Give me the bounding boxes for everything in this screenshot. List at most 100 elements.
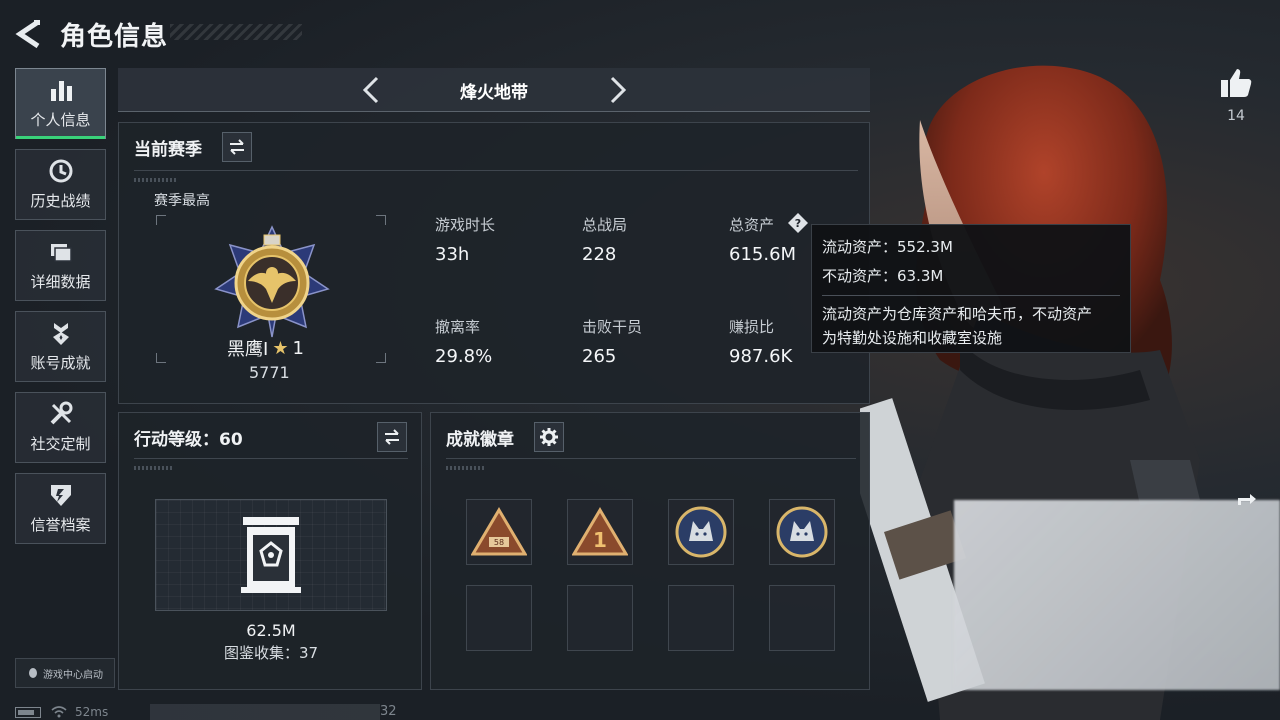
- medal-icon: [52, 323, 69, 345]
- sidebar-item-details[interactable]: 详细数据: [15, 230, 106, 301]
- mode-title: 烽火地带: [460, 83, 528, 103]
- stat-value: 615.6M: [729, 244, 797, 265]
- tooltip-fixed-assets: 不动资产：63.3M: [822, 267, 944, 285]
- divider: [134, 466, 174, 470]
- badge-slot-empty[interactable]: [567, 585, 633, 651]
- badge-slot[interactable]: 58: [466, 499, 532, 565]
- tools-icon: [50, 401, 72, 425]
- gear-icon: [540, 428, 558, 446]
- collection-vault-icon: [241, 517, 301, 593]
- stat-value: 33h: [435, 244, 470, 265]
- sidebar-item-credit[interactable]: 信誉档案: [15, 473, 106, 544]
- stat-label: 击败干员: [582, 318, 643, 336]
- divider: [134, 178, 178, 182]
- badges-title: 成就徽章: [446, 430, 514, 450]
- sidebar-item-achievements[interactable]: 账号成就: [15, 311, 106, 382]
- triangle-badge-icon: 58: [471, 507, 527, 556]
- badge-slot-empty[interactable]: [668, 585, 734, 651]
- shield-icon: [50, 485, 71, 506]
- divider: [822, 295, 1120, 296]
- mode-selector: 烽火地带: [118, 68, 870, 112]
- assets-tooltip: 流动资产：552.3M 不动资产：63.3M 流动资产为仓库资产和哈夫币，不动资…: [811, 224, 1131, 353]
- sidebar-item-label: 社交定制: [30, 435, 91, 453]
- collection-count: 图鉴收集：37: [223, 644, 319, 662]
- folder-icon: [50, 244, 72, 262]
- svg-text:1: 1: [593, 528, 607, 552]
- status-extra: 32: [380, 704, 397, 719]
- game-center-launch-button[interactable]: 游戏中心启动: [15, 658, 115, 688]
- badge-slot-empty[interactable]: [769, 585, 835, 651]
- page-header: 角色信息: [14, 14, 168, 54]
- divider: [134, 170, 858, 171]
- wolf-badge-icon: [776, 506, 828, 558]
- thumbs-up-icon[interactable]: [1219, 66, 1253, 100]
- tooltip-liquid-assets: 流动资产：552.3M: [822, 238, 953, 256]
- share-icon[interactable]: [1236, 489, 1258, 507]
- sidebar-item-label: 个人信息: [30, 111, 91, 129]
- stat-label: 游戏时长: [435, 216, 496, 234]
- sidebar-item-personal-info[interactable]: 个人信息: [15, 68, 106, 139]
- tooltip-description-line-1: 流动资产为仓库资产和哈夫币，不动资产: [822, 305, 1093, 323]
- stat-total-matches: 总战局 228: [582, 214, 627, 265]
- sidebar-item-history[interactable]: 历史战绩: [15, 149, 106, 220]
- action-level-panel: 行动等级：60 62.5M 图鉴收集：37: [118, 412, 422, 690]
- page-title: 角色信息: [60, 21, 169, 52]
- triangle-badge-icon: 1: [572, 507, 628, 556]
- stat-profit-loss-ratio: 赚损比 987.6K: [729, 316, 792, 367]
- like-count: 14: [1227, 108, 1245, 124]
- stat-label: 总战局: [582, 216, 628, 234]
- action-switch-button[interactable]: [377, 422, 407, 452]
- stat-value: 228: [582, 244, 617, 265]
- game-center-launch-label: 游戏中心启动: [43, 669, 103, 681]
- swap-icon: [230, 139, 244, 155]
- sidebar-item-label: 详细数据: [30, 273, 91, 291]
- stat-value: 265: [582, 346, 617, 367]
- sidebar-item-label: 信誉档案: [30, 516, 91, 534]
- stat-label: 总资产: [729, 216, 775, 234]
- battery-icon: [15, 706, 41, 718]
- svg-text:?: ?: [795, 217, 801, 230]
- help-icon[interactable]: ?: [787, 212, 809, 234]
- action-level-title: 行动等级：60: [134, 430, 243, 450]
- penguin-icon: [29, 668, 37, 678]
- tooltip-description-line-2: 为特勤处设施和收藏室设施: [822, 329, 1003, 347]
- swap-icon: [385, 429, 399, 445]
- season-title: 当前赛季: [134, 140, 202, 160]
- sidebar-item-label: 账号成就: [30, 354, 91, 372]
- stat-total-assets: 总资产 615.6M: [729, 214, 796, 265]
- sidebar-item-social[interactable]: 社交定制: [15, 392, 106, 463]
- sidebar-item-label: 历史战绩: [30, 192, 91, 210]
- badge-slot[interactable]: [769, 499, 835, 565]
- badge-slot-empty[interactable]: [466, 585, 532, 651]
- rank-level: 1: [292, 337, 304, 359]
- rank-medal-icon: [214, 225, 330, 338]
- stat-value: 29.8%: [435, 346, 493, 367]
- status-bar: 52ms: [15, 704, 108, 720]
- stat-playtime: 游戏时长 33h: [435, 214, 495, 265]
- chevron-right-icon[interactable]: [608, 75, 628, 105]
- stat-value: 987.6K: [729, 346, 793, 367]
- stat-label: 撤离率: [435, 318, 481, 336]
- badge-slot[interactable]: 1: [567, 499, 633, 565]
- divider: [446, 466, 486, 470]
- divider: [134, 458, 408, 459]
- badge-slot[interactable]: [668, 499, 734, 565]
- season-switch-button[interactable]: [222, 132, 252, 162]
- badges-settings-button[interactable]: [534, 422, 564, 452]
- title-decoration: [170, 24, 302, 40]
- blurred-overlay: [954, 500, 1280, 690]
- back-arrow-icon[interactable]: [14, 18, 42, 50]
- ping-value: 52ms: [75, 705, 109, 719]
- stat-operators-defeated: 击败干员 265: [582, 316, 642, 367]
- divider: [446, 458, 856, 459]
- wifi-icon: [51, 706, 67, 718]
- svg-text:58: 58: [494, 538, 504, 547]
- stat-label: 赚损比: [729, 318, 775, 336]
- sidebar: 个人信息 历史战绩 详细数据 账号成就 社交定制 信誉档案: [15, 68, 106, 554]
- rank-name: 黑鹰I ★ 1: [227, 335, 304, 361]
- collection-value: 62.5M: [246, 621, 296, 640]
- blurred-text: [150, 704, 380, 720]
- season-best-label: 赛季最高: [154, 193, 210, 209]
- rank-score: 5771: [249, 363, 290, 382]
- clock-icon: [49, 159, 72, 183]
